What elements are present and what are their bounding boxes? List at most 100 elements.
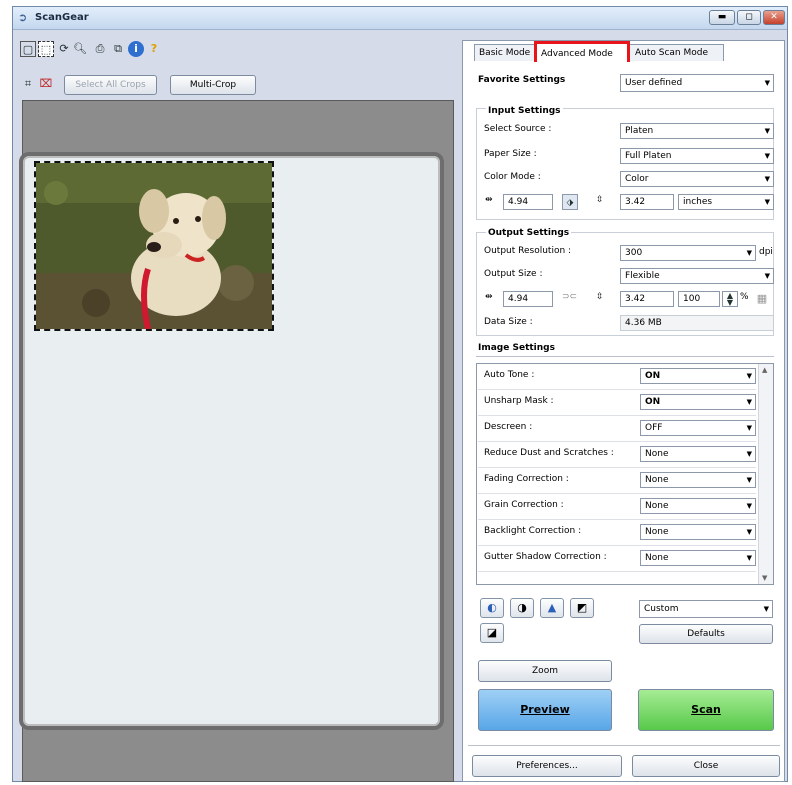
chevron-down-icon: ▼ xyxy=(746,476,752,484)
image-setting-label: Auto Tone : xyxy=(484,370,535,380)
rotate-left-icon[interactable]: ⎙ xyxy=(92,41,108,57)
help-icon[interactable]: ? xyxy=(146,41,162,57)
row-divider xyxy=(478,415,756,416)
chevron-down-icon: ▼ xyxy=(746,450,752,458)
input-settings-header: Input Settings xyxy=(486,106,563,116)
tab-advanced-mode[interactable]: Advanced Mode xyxy=(534,41,630,62)
image-setting-label: Reduce Dust and Scratches : xyxy=(484,448,614,458)
image-setting-value: None xyxy=(645,553,669,563)
select-source-select[interactable]: Platen ▼ xyxy=(620,123,774,139)
rotate-right-icon[interactable]: ⧉ xyxy=(110,41,126,57)
row-divider xyxy=(478,519,756,520)
output-settings-header: Output Settings xyxy=(486,228,572,238)
dog-photo-image xyxy=(36,163,272,329)
defaults-button[interactable]: Defaults xyxy=(639,624,773,644)
histogram-icon[interactable]: ▲ xyxy=(540,598,564,618)
row-divider xyxy=(478,493,756,494)
zoom-magnifier-icon[interactable]: 🔍︎ xyxy=(72,41,88,57)
height-icon: ⇳ xyxy=(596,195,604,205)
output-width-icon: ⇹ xyxy=(485,292,493,302)
scale-field[interactable]: 100 xyxy=(678,291,720,307)
select-all-crops-button[interactable]: Select All Crops xyxy=(64,75,157,95)
image-setting-label: Unsharp Mask : xyxy=(484,396,554,406)
preview-button[interactable]: Preview xyxy=(478,689,612,731)
input-height-field[interactable]: 3.42 xyxy=(620,194,674,210)
window-title: ScanGear xyxy=(35,12,89,23)
image-setting-value: None xyxy=(645,475,669,485)
image-setting-value: None xyxy=(645,501,669,511)
aspect-ratio-lock-icon[interactable]: ⬗ xyxy=(562,194,578,210)
dpi-unit: dpi xyxy=(759,247,773,257)
scanned-photo[interactable] xyxy=(34,161,274,331)
image-setting-select[interactable]: None ▼ xyxy=(640,498,756,514)
maximize-icon[interactable]: ◻ xyxy=(737,10,761,25)
tone-curve-preset-select[interactable]: Custom ▼ xyxy=(639,600,773,618)
output-height-field[interactable]: 3.42 xyxy=(620,291,674,307)
tab-basic-mode[interactable]: Basic Mode xyxy=(474,44,538,61)
brightness-contrast-icon[interactable]: ◐ xyxy=(480,598,504,618)
image-setting-select[interactable]: ON ▼ xyxy=(640,368,756,384)
image-settings-scrollbar[interactable]: ▲ ▼ xyxy=(758,364,773,584)
image-setting-value: OFF xyxy=(645,423,663,433)
threshold-icon[interactable]: ◪ xyxy=(480,623,504,643)
image-setting-label: Grain Correction : xyxy=(484,500,564,510)
unit-select[interactable]: inches ▼ xyxy=(678,194,774,210)
rotate-icon[interactable]: ⟳ xyxy=(56,41,72,57)
link-icon: ⊃⊂ xyxy=(562,292,578,302)
output-size-label: Output Size : xyxy=(484,269,543,279)
crop-frame-icon[interactable]: ⌗ xyxy=(20,76,36,92)
scroll-down-icon[interactable]: ▼ xyxy=(762,574,767,582)
chevron-down-icon: ▼ xyxy=(746,554,752,562)
image-setting-select[interactable]: None ▼ xyxy=(640,472,756,488)
image-setting-label: Descreen : xyxy=(484,422,533,432)
output-width-field[interactable]: 4.94 xyxy=(503,291,553,307)
image-setting-value: None xyxy=(645,449,669,459)
color-mode-label: Color Mode : xyxy=(484,172,541,182)
image-setting-value: ON xyxy=(645,371,661,381)
image-setting-select[interactable]: None ▼ xyxy=(640,446,756,462)
image-setting-select[interactable]: OFF ▼ xyxy=(640,420,756,436)
minimize-icon[interactable]: ▬ xyxy=(709,10,735,25)
output-size-select[interactable]: Flexible ▼ xyxy=(620,268,774,284)
output-resolution-select[interactable]: 300 ▼ xyxy=(620,245,756,261)
image-setting-select[interactable]: None ▼ xyxy=(640,550,756,566)
chevron-down-icon: ▼ xyxy=(746,424,752,432)
output-resolution-label: Output Resolution : xyxy=(484,246,572,256)
color-mode-select[interactable]: Color ▼ xyxy=(620,171,774,187)
paper-size-label: Paper Size : xyxy=(484,149,537,159)
select-source-label: Select Source : xyxy=(484,124,552,134)
close-button[interactable]: Close xyxy=(632,755,780,777)
image-setting-label: Fading Correction : xyxy=(484,474,569,484)
row-divider xyxy=(478,467,756,468)
thumbnail-view-icon[interactable]: ▢ xyxy=(20,41,36,57)
multi-crop-button[interactable]: Multi-Crop xyxy=(170,75,256,95)
favorite-settings-label: Favorite Settings xyxy=(478,75,566,85)
scale-stepper-icon[interactable]: ▲ ▼ xyxy=(722,291,738,307)
tab-auto-scan-mode[interactable]: Auto Scan Mode xyxy=(628,44,724,61)
preferences-button[interactable]: Preferences... xyxy=(472,755,622,777)
tone-curve-icon[interactable]: ◩ xyxy=(570,598,594,618)
scan-button[interactable]: Scan xyxy=(638,689,774,731)
image-setting-select[interactable]: None ▼ xyxy=(640,524,756,540)
input-width-field[interactable]: 4.94 xyxy=(503,194,553,210)
row-divider xyxy=(478,389,756,390)
image-setting-select[interactable]: ON ▼ xyxy=(640,394,756,410)
delete-crop-icon[interactable]: ⌧ xyxy=(38,76,54,92)
scroll-up-icon[interactable]: ▲ xyxy=(762,366,767,374)
image-settings-header: Image Settings xyxy=(478,343,555,353)
whole-image-view-icon[interactable]: ⬚ xyxy=(38,41,54,57)
data-size-value: 4.36 MB xyxy=(620,315,774,331)
image-setting-label: Backlight Correction : xyxy=(484,526,582,536)
swap-orientation-icon[interactable]: ▦ xyxy=(754,291,770,307)
info-icon[interactable]: i xyxy=(128,41,144,57)
width-icon: ⇹ xyxy=(485,195,493,205)
paper-size-select[interactable]: Full Platen ▼ xyxy=(620,148,774,164)
image-setting-value: None xyxy=(645,527,669,537)
favorite-settings-select[interactable]: User defined ▼ xyxy=(620,74,774,92)
zoom-button[interactable]: Zoom xyxy=(478,660,612,682)
close-icon[interactable]: ✕ xyxy=(763,10,785,25)
saturation-color-icon[interactable]: ◑ xyxy=(510,598,534,618)
chevron-down-icon: ▼ xyxy=(746,398,752,406)
chevron-down-icon: ▼ xyxy=(746,502,752,510)
app-icon: ➲ xyxy=(18,11,28,24)
